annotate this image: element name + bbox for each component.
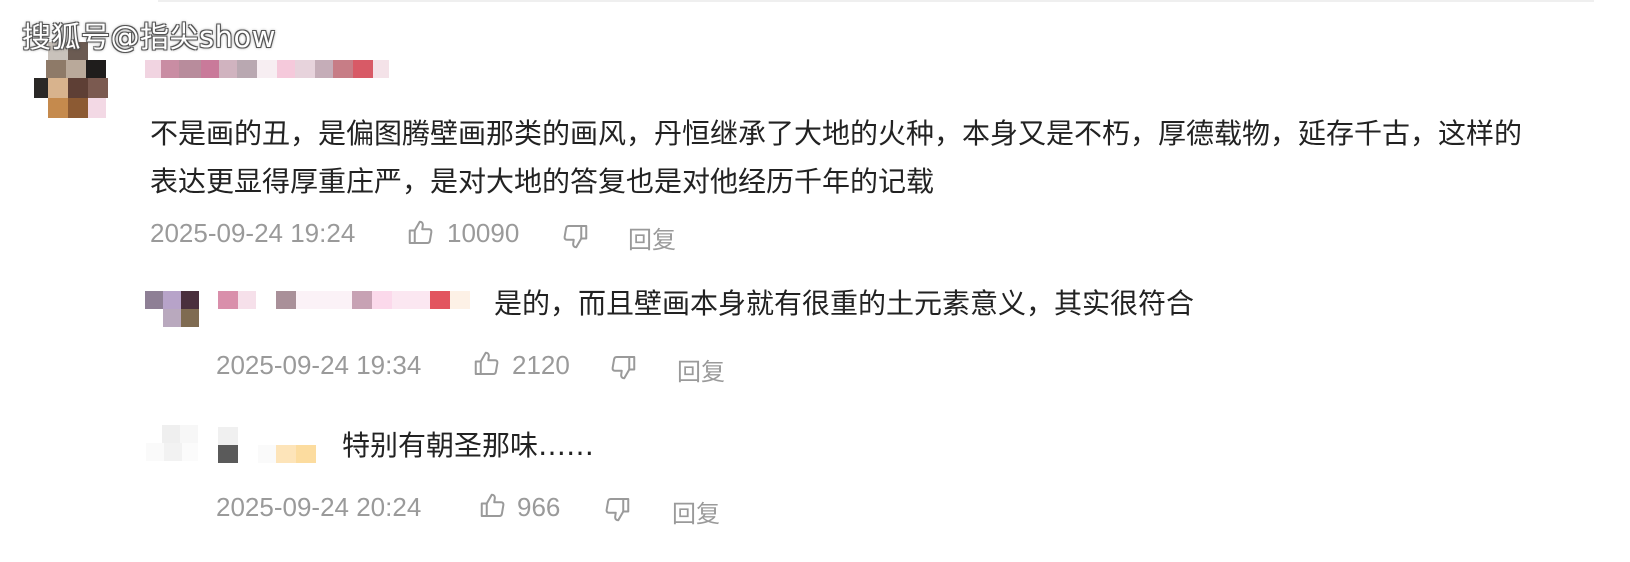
comment-text: 特别有朝圣那味…… [342, 429, 595, 462]
like-count: 966 [517, 492, 561, 522]
reply-button[interactable]: 回复 [672, 494, 720, 529]
thumbs-down-icon [602, 494, 632, 524]
reply-button[interactable]: 回复 [628, 220, 676, 255]
timestamp: 2025-09-24 19:34 [216, 350, 422, 380]
top-divider [158, 0, 1594, 2]
thumbs-down-icon [608, 352, 638, 382]
reply-button[interactable]: 回复 [677, 352, 725, 387]
like-button[interactable] [406, 218, 436, 248]
dislike-button[interactable] [608, 352, 638, 382]
thumbs-up-icon [478, 491, 508, 521]
dislike-button[interactable] [560, 221, 590, 251]
thumbs-up-icon [472, 349, 502, 379]
thumbs-down-icon [560, 221, 590, 251]
timestamp: 2025-09-24 19:24 [150, 218, 356, 248]
dislike-button[interactable] [602, 494, 632, 524]
like-button[interactable] [472, 349, 502, 379]
timestamp: 2025-09-24 20:24 [216, 492, 422, 522]
like-count: 10090 [447, 218, 520, 248]
comment-text: 不是画的丑，是偏图腾壁画那类的画风，丹恒继承了大地的火种，本身又是不朽，厚德载物… [150, 117, 1523, 198]
comment-text: 是的，而且壁画本身就有很重的土元素意义，其实很符合 [494, 287, 1195, 320]
thumbs-up-icon [406, 218, 436, 248]
like-button[interactable] [478, 491, 508, 521]
watermark: 搜狐号@指尖show [22, 20, 276, 54]
like-count: 2120 [512, 350, 570, 380]
